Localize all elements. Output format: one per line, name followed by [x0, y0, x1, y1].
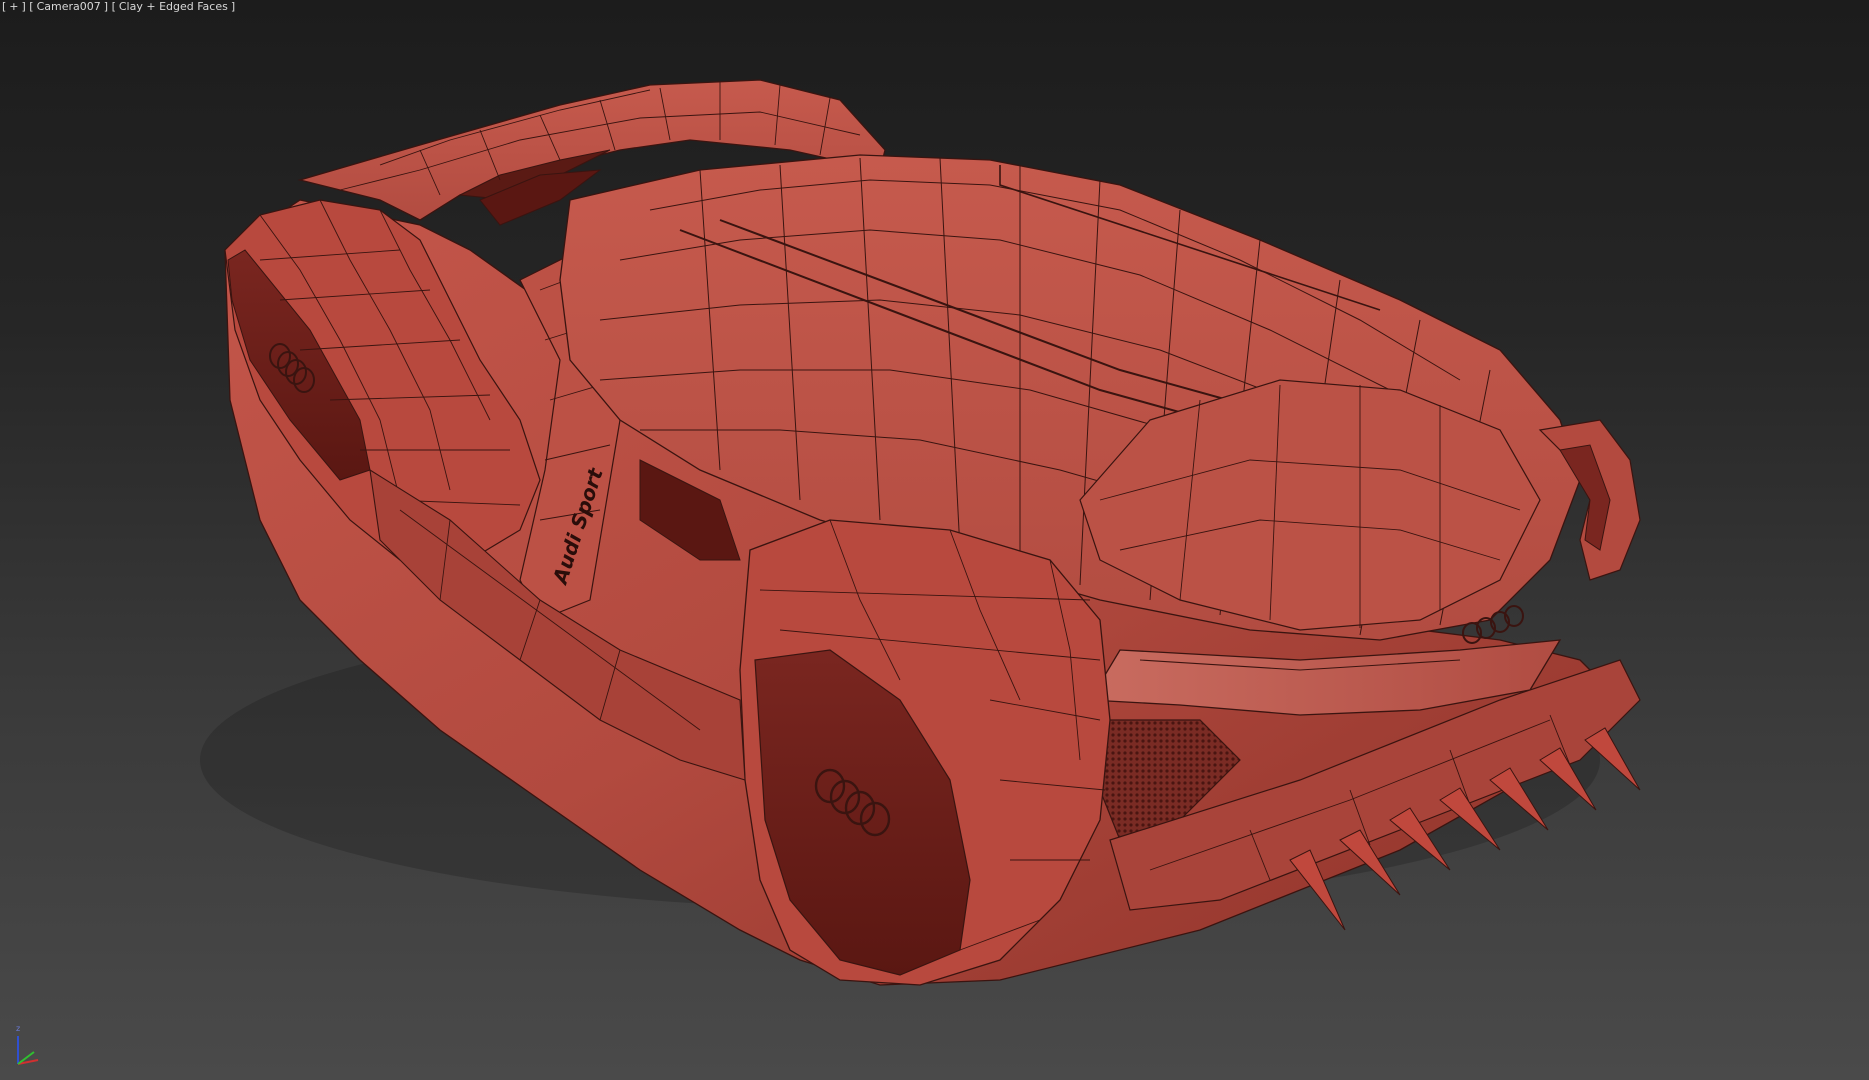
axis-z-label: z — [16, 1024, 20, 1033]
car-model[interactable]: Audi Sport — [0, 0, 1869, 1080]
viewport-camera007[interactable]: [+] [Camera007] [Clay + Edged Faces] Aud… — [0, 0, 1869, 1080]
axis-gizmo: z — [16, 1024, 39, 1065]
